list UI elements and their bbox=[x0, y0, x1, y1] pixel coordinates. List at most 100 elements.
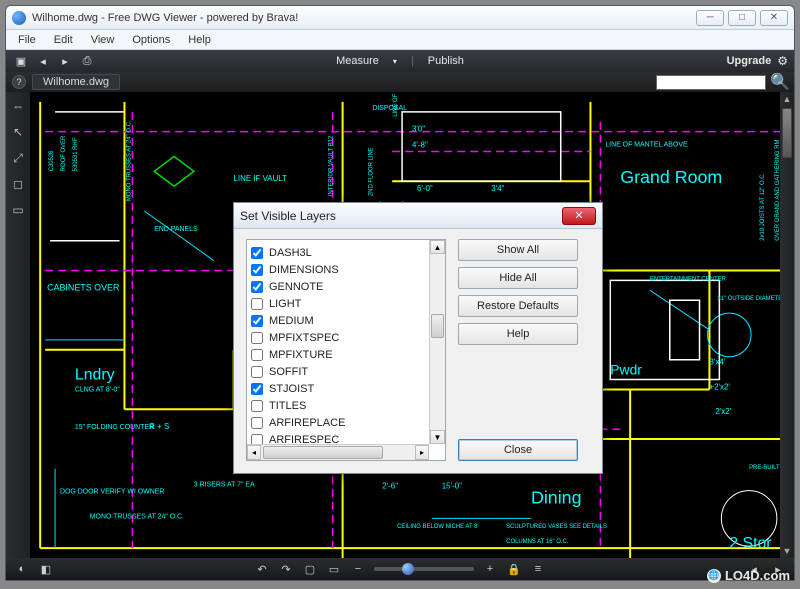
layer-name-label: STJOIST bbox=[269, 383, 314, 395]
color-toggle-icon[interactable]: ◧ bbox=[38, 561, 54, 577]
layer-row[interactable]: STJOIST bbox=[249, 380, 427, 397]
layer-checkbox[interactable] bbox=[251, 332, 263, 344]
hide-all-button[interactable]: Hide All bbox=[458, 267, 578, 289]
dialog-titlebar[interactable]: Set Visible Layers ✕ bbox=[234, 203, 602, 229]
label-c30526: C30526 bbox=[49, 150, 55, 171]
scroll-down-arrow-icon[interactable]: ▼ bbox=[430, 430, 445, 444]
fit-page-icon[interactable]: ▢ bbox=[302, 561, 318, 577]
close-window-button[interactable]: ✕ bbox=[760, 10, 788, 26]
layer-row[interactable]: MPFIXTSPEC bbox=[249, 329, 427, 346]
forward-icon[interactable]: ▸ bbox=[56, 53, 74, 69]
layer-list-vthumb[interactable] bbox=[431, 314, 444, 338]
scroll-up-icon[interactable]: ▲ bbox=[781, 92, 793, 106]
layer-list-hscroll[interactable]: ◂ ▸ bbox=[247, 444, 429, 460]
layer-row[interactable]: GENNOTE bbox=[249, 278, 427, 295]
vertical-scrollbar[interactable]: ▲ ▼ bbox=[780, 92, 794, 558]
back-icon[interactable]: ◂ bbox=[34, 53, 52, 69]
layer-list-hthumb[interactable] bbox=[263, 446, 383, 459]
layer-checkbox[interactable] bbox=[251, 315, 263, 327]
side-toolbar: ⇔ ↖ ⤢ ◻ ▭ bbox=[6, 92, 30, 558]
layer-row[interactable]: SOFFIT bbox=[249, 363, 427, 380]
set-visible-layers-dialog: Set Visible Layers ✕ DASH3L DIMENSIONS GEN… bbox=[233, 202, 603, 474]
search-icon[interactable]: 🔍 bbox=[772, 74, 788, 90]
layer-row[interactable]: MPFIXTURE bbox=[249, 346, 427, 363]
zoom-in-icon[interactable]: + bbox=[482, 561, 498, 577]
search-input[interactable] bbox=[656, 75, 766, 90]
label-columns-16: COLUMNS AT 16" O.C. bbox=[506, 539, 569, 545]
zoom-slider-thumb[interactable] bbox=[402, 563, 414, 575]
dialog-close-x-button[interactable]: ✕ bbox=[562, 207, 596, 225]
menu-help[interactable]: Help bbox=[180, 32, 219, 48]
tabbar: ? Wilhome.dwg 🔍 bbox=[6, 72, 794, 92]
label-risers: 3 RISERS AT 7" EA bbox=[194, 482, 255, 489]
scroll-up-arrow-icon[interactable]: ▲ bbox=[430, 240, 445, 254]
label-dining: Dining bbox=[531, 487, 582, 507]
show-all-button[interactable]: Show All bbox=[458, 239, 578, 261]
label-entertainment: ENTERTAINMENT CENTER bbox=[650, 276, 727, 282]
rotate-cw-icon[interactable]: ↷ bbox=[278, 561, 294, 577]
layer-checkbox[interactable] bbox=[251, 417, 263, 429]
layer-checkbox[interactable] bbox=[251, 400, 263, 412]
label-dim-30: 3'0" bbox=[412, 125, 425, 134]
label-joists: 2x10 JOISTS AT 12" O.C. bbox=[760, 172, 766, 240]
zoom-slider[interactable] bbox=[374, 567, 474, 571]
publish-button[interactable]: Publish bbox=[424, 55, 468, 67]
layer-name-label: ARFIREPLACE bbox=[269, 417, 345, 429]
pointer-tool-icon[interactable]: ↖ bbox=[10, 124, 26, 140]
layer-list-vscroll[interactable]: ▲ ▼ bbox=[429, 240, 445, 444]
menu-view[interactable]: View bbox=[83, 32, 123, 48]
layer-row[interactable]: DIMENSIONS bbox=[249, 261, 427, 278]
label-ceiling-below: CEILING BELOW NICHE AT 8' bbox=[397, 524, 478, 530]
restore-defaults-button[interactable]: Restore Defaults bbox=[458, 295, 578, 317]
maximize-button[interactable]: □ bbox=[728, 10, 756, 26]
layer-row[interactable]: TITLES bbox=[249, 397, 427, 414]
layer-checkbox[interactable] bbox=[251, 281, 263, 293]
layer-row[interactable]: MEDIUM bbox=[249, 312, 427, 329]
layer-checkbox[interactable] bbox=[251, 366, 263, 378]
layer-checkbox[interactable] bbox=[251, 383, 263, 395]
pan-tool-icon[interactable]: ⇔ bbox=[10, 98, 26, 114]
prev-view-icon[interactable]: ◂ bbox=[746, 561, 762, 577]
label-dim-3x4: 3'x4' bbox=[709, 358, 725, 367]
zoom-out-icon[interactable]: − bbox=[350, 561, 366, 577]
layer-checkbox[interactable] bbox=[251, 298, 263, 310]
scroll-left-arrow-icon[interactable]: ◂ bbox=[247, 445, 261, 460]
open-icon[interactable]: ▣ bbox=[12, 53, 30, 69]
label-mono-trusses-2: MONO TRUSSES AT 24" O.C. bbox=[90, 513, 184, 520]
settings-icon[interactable]: ⚙ bbox=[777, 54, 788, 68]
close-button[interactable]: Close bbox=[458, 439, 578, 461]
layers-icon[interactable]: ≡ bbox=[530, 561, 546, 577]
contrast-icon[interactable]: ◐ bbox=[14, 561, 30, 577]
menu-options[interactable]: Options bbox=[124, 32, 178, 48]
select-tool-icon[interactable]: ◻ bbox=[10, 176, 26, 192]
help-icon[interactable]: ? bbox=[12, 75, 26, 89]
menu-file[interactable]: File bbox=[10, 32, 44, 48]
next-view-icon[interactable]: ▸ bbox=[770, 561, 786, 577]
region-tool-icon[interactable]: ▭ bbox=[10, 202, 26, 218]
layer-row[interactable]: DASH3L bbox=[249, 244, 427, 261]
measure-button[interactable]: Measure bbox=[332, 55, 383, 67]
layer-checkbox[interactable] bbox=[251, 247, 263, 259]
scroll-down-icon[interactable]: ▼ bbox=[781, 544, 793, 558]
scroll-thumb[interactable] bbox=[782, 108, 792, 158]
minimize-button[interactable]: ─ bbox=[696, 10, 724, 26]
label-sculptured: SCULPTURED VASES SEE DETAILS bbox=[506, 524, 607, 530]
scroll-right-arrow-icon[interactable]: ▸ bbox=[415, 445, 429, 460]
layer-name-label: DIMENSIONS bbox=[269, 264, 339, 276]
label-mono-trusses: MONO TRUSSES AT 24" O.C. bbox=[126, 120, 132, 201]
layer-checkbox[interactable] bbox=[251, 264, 263, 276]
layer-row[interactable]: LIGHT bbox=[249, 295, 427, 312]
menu-edit[interactable]: Edit bbox=[46, 32, 81, 48]
zoom-tool-icon[interactable]: ⤢ bbox=[10, 150, 26, 166]
rotate-ccw-icon[interactable]: ↶ bbox=[254, 561, 270, 577]
fit-width-icon[interactable]: ▭ bbox=[326, 561, 342, 577]
print-icon[interactable]: ⎙ bbox=[78, 53, 96, 69]
help-button[interactable]: Help bbox=[458, 323, 578, 345]
label-end-panels: END PANELS bbox=[154, 226, 198, 233]
toolbar-dropdown-arrow-icon[interactable]: ▾ bbox=[389, 57, 401, 66]
lock-zoom-icon[interactable]: 🔒 bbox=[506, 561, 522, 577]
document-tab[interactable]: Wilhome.dwg bbox=[32, 74, 120, 90]
layer-row[interactable]: ARFIREPLACE bbox=[249, 414, 427, 431]
layer-checkbox[interactable] bbox=[251, 349, 263, 361]
upgrade-button[interactable]: Upgrade bbox=[727, 55, 772, 67]
